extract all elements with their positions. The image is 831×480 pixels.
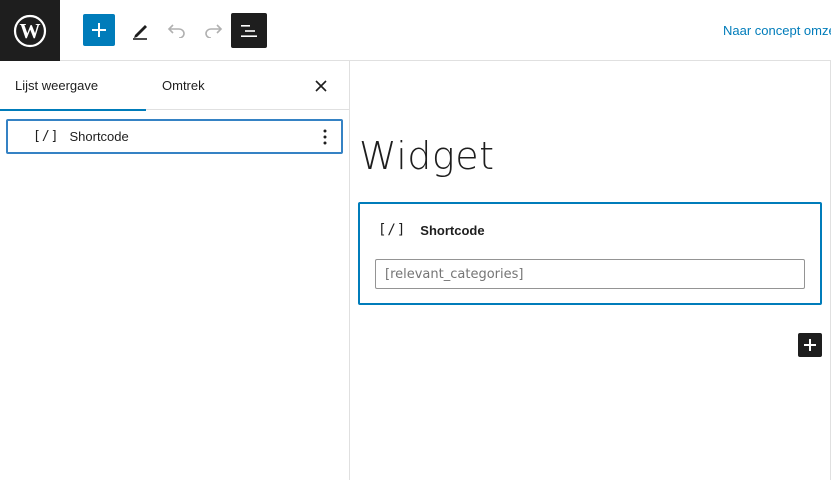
more-vertical-icon — [323, 129, 327, 145]
pencil-icon — [133, 25, 147, 40]
shortcode-icon: [/] — [33, 129, 60, 144]
page-title[interactable]: Widget — [359, 134, 495, 178]
add-block-button[interactable] — [83, 14, 115, 46]
undo-icon — [167, 24, 185, 38]
editor-canvas: Widget [/] Shortcode — [350, 61, 831, 480]
tools-button[interactable] — [124, 14, 156, 46]
block-options-button[interactable] — [315, 126, 335, 148]
tab-outline[interactable]: Omtrek — [162, 61, 205, 110]
undo-button[interactable] — [161, 14, 193, 46]
redo-icon — [205, 24, 223, 38]
wordpress-icon: W — [13, 14, 47, 47]
shortcode-block-label: Shortcode — [420, 222, 485, 238]
list-view-icon — [241, 24, 257, 37]
shortcode-input[interactable] — [375, 259, 805, 289]
plus-icon — [804, 339, 816, 351]
close-icon — [315, 80, 327, 92]
redo-button[interactable] — [197, 14, 229, 46]
inline-add-block-button[interactable] — [798, 333, 822, 357]
shortcode-icon: [/] — [378, 222, 407, 238]
tab-list-view[interactable]: Lijst weergave — [0, 61, 146, 111]
close-sidebar-button[interactable] — [310, 75, 332, 97]
editor-toolbar: W Naar concept omze — [0, 0, 831, 61]
shortcode-block-header: [/] Shortcode — [378, 222, 485, 238]
list-view-item-label: Shortcode — [69, 129, 129, 144]
shortcode-block[interactable]: [/] Shortcode — [358, 202, 822, 305]
plus-icon — [92, 23, 106, 37]
svg-text:W: W — [20, 19, 41, 43]
sidebar-tabs: Lijst weergave Omtrek — [0, 61, 349, 111]
list-view-item-shortcode[interactable]: [/] Shortcode — [6, 119, 343, 154]
list-view-sidebar: Lijst weergave Omtrek [/] Shortcode — [0, 61, 350, 480]
switch-to-draft-link[interactable]: Naar concept omze — [723, 23, 831, 38]
list-view-button[interactable] — [231, 13, 267, 48]
wordpress-logo-button[interactable]: W — [0, 0, 60, 61]
